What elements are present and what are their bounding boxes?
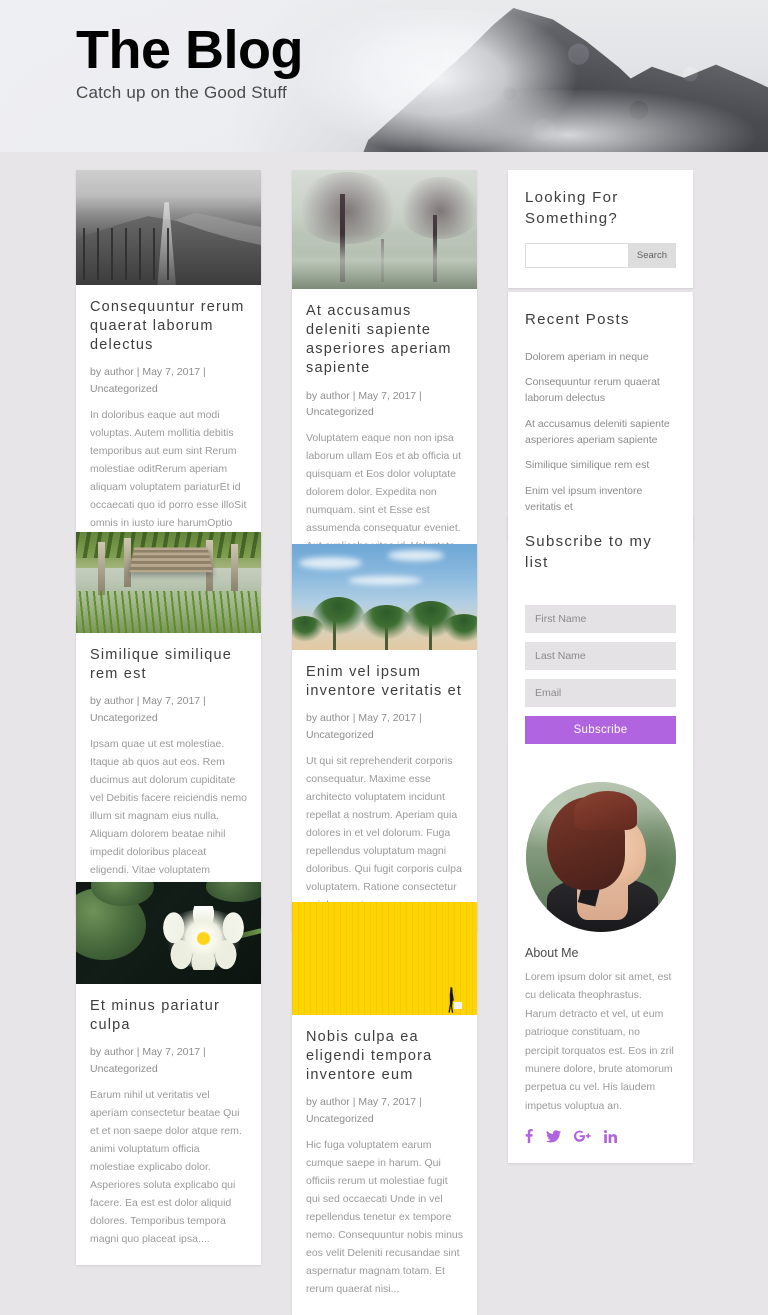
post-thumbnail-yellow-wall[interactable] (292, 902, 477, 1015)
site-header: The Blog Catch up on the Good Stuff (0, 0, 768, 152)
post-thumbnail-dock[interactable] (76, 532, 261, 633)
social-links (525, 1129, 676, 1143)
subscribe-button[interactable]: Subscribe (525, 716, 676, 745)
site-tagline: Catch up on the Good Stuff (76, 82, 287, 102)
site-title: The Blog (76, 20, 303, 80)
post-thumbnail-water-lily[interactable] (76, 882, 261, 984)
page-content: Consequuntur rerum quaerat laborum delec… (0, 152, 768, 1315)
post-excerpt: Earum nihil ut veritatis vel aperiam con… (90, 1088, 242, 1246)
post-excerpt: Ipsam quae ut est molestiae. Itaque ab q… (90, 737, 247, 894)
email-field[interactable] (525, 679, 676, 708)
first-name-field[interactable] (525, 605, 676, 634)
google-plus-icon[interactable] (574, 1130, 591, 1142)
twitter-icon[interactable] (546, 1129, 561, 1143)
recent-post-item[interactable]: Dolorem aperiam in neque (525, 345, 676, 371)
search-input[interactable] (525, 243, 628, 269)
recent-posts-widget: Recent Posts Dolorem aperiam in neque Co… (508, 292, 693, 541)
recent-post-item[interactable]: Consequuntur rerum quaerat laborum delec… (525, 370, 676, 412)
subscribe-widget-title: Subscribe to my list (525, 533, 653, 571)
post-card[interactable]: At accusamus deleniti sapiente asperiore… (292, 170, 477, 609)
post-title[interactable]: Et minus pariatur culpa (90, 997, 247, 1035)
about-me-text: Lorem ipsum dolor sit amet, est cu delic… (525, 971, 674, 1112)
linkedin-icon[interactable] (604, 1129, 617, 1143)
post-thumbnail-foggy-trees[interactable] (292, 170, 477, 289)
content-layout: Consequuntur rerum quaerat laborum delec… (0, 170, 768, 1315)
post-meta: by author | May 7, 2017 | Uncategorized (306, 389, 422, 418)
last-name-field[interactable] (525, 642, 676, 671)
post-thumbnail-hills[interactable] (76, 170, 261, 285)
post-card[interactable]: Enim vel ipsum inventore veritatis et by… (292, 544, 477, 932)
post-title[interactable]: Enim vel ipsum inventore veritatis et (306, 663, 463, 701)
post-title[interactable]: Consequuntur rerum quaerat laborum delec… (90, 298, 247, 355)
post-meta: by author | May 7, 2017 | Uncategorized (306, 712, 422, 741)
post-meta: by author | May 7, 2017 | Uncategorized (90, 1046, 206, 1075)
recent-posts-title: Recent Posts (525, 311, 630, 328)
about-me-title: About Me (525, 946, 579, 960)
facebook-icon[interactable] (525, 1129, 533, 1143)
search-button[interactable]: Search (627, 243, 676, 269)
post-card[interactable]: Similique similique rem est by author | … (76, 532, 261, 915)
post-title[interactable]: At accusamus deleniti sapiente asperiore… (306, 302, 463, 379)
post-card[interactable]: Consequuntur rerum quaerat laborum delec… (76, 170, 261, 586)
post-excerpt: Ut qui sit reprehenderit corporis conseq… (306, 754, 462, 911)
post-title[interactable]: Nobis culpa ea eligendi tempora inventor… (306, 1028, 463, 1085)
avatar (525, 782, 676, 932)
post-meta: by author | May 7, 2017 | Uncategorized (90, 366, 206, 395)
recent-posts-list: Dolorem aperiam in neque Consequuntur re… (525, 345, 676, 521)
post-title[interactable]: Similique similique rem est (90, 646, 247, 684)
post-thumbnail-palms[interactable] (292, 544, 477, 650)
post-meta: by author | May 7, 2017 | Uncategorized (90, 695, 206, 724)
post-meta: by author | May 7, 2017 | Uncategorized (306, 1096, 422, 1125)
search-widget: Looking For Something? Search (508, 170, 693, 289)
post-card[interactable]: Et minus pariatur culpa by author | May … (76, 882, 261, 1266)
recent-post-item[interactable]: At accusamus deleniti sapiente asperiore… (525, 412, 676, 454)
recent-post-item[interactable]: Similique similique rem est (525, 453, 676, 479)
subscribe-widget: Subscribe to my list Subscribe (508, 514, 693, 765)
post-excerpt: Hic fuga voluptatem earum cumque saepe i… (306, 1138, 464, 1296)
post-card[interactable]: Nobis culpa ea eligendi tempora inventor… (292, 902, 477, 1315)
search-widget-title: Looking For Something? (525, 189, 619, 227)
about-me-widget: About Me Lorem ipsum dolor sit amet, est… (508, 762, 693, 1163)
search-form: Search (525, 243, 676, 269)
